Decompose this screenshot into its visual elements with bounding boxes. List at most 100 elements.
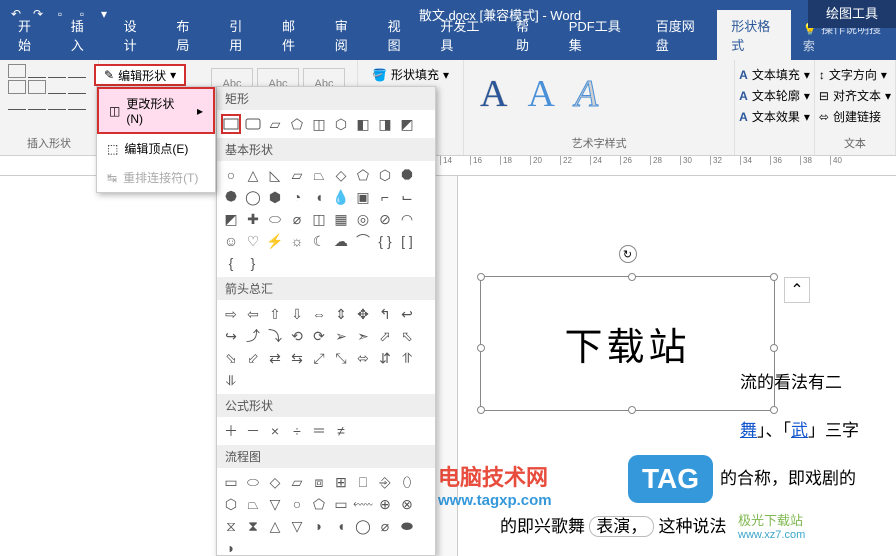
shape-or[interactable]: ⊗ <box>397 494 417 514</box>
shape-frame[interactable]: ▣ <box>353 187 373 207</box>
shape-arrow[interactable]: ⇆ <box>287 348 307 368</box>
create-link-button[interactable]: ⬄ 创建链接 <box>819 106 891 127</box>
shape-moon[interactable]: ☾ <box>309 231 329 251</box>
wordart-style[interactable]: A <box>527 72 554 116</box>
shape-arrow[interactable]: ↪ <box>221 326 241 346</box>
shape-brace[interactable]: { <box>221 253 241 273</box>
shape-diamond[interactable]: ◇ <box>331 165 351 185</box>
text-fill-button[interactable]: A文本填充 ▾ <box>739 64 810 85</box>
text-outline-button[interactable]: A文本轮廓 ▾ <box>739 85 810 106</box>
shape-arrow-bent[interactable]: ↰ <box>375 304 395 324</box>
shape-preview[interactable] <box>28 96 46 110</box>
selected-text-box[interactable]: ↻ ⌃ 下载站 <box>480 276 775 411</box>
shape-decagon[interactable]: ◯ <box>243 187 263 207</box>
shape-preparation[interactable]: ⬡ <box>221 494 241 514</box>
shape-oval[interactable]: ○ <box>221 165 241 185</box>
shape-sort[interactable]: ⧗ <box>243 516 263 536</box>
doc-link[interactable]: 武 <box>791 421 808 440</box>
shape-can[interactable]: ⌀ <box>287 209 307 229</box>
layout-options-icon[interactable]: ⌃ <box>784 277 810 303</box>
shape-triangle[interactable]: △ <box>243 165 263 185</box>
shape-stored-data[interactable]: ◗ <box>309 516 329 536</box>
wordart-gallery[interactable]: A A A <box>472 64 726 124</box>
shape-seq-access[interactable]: ◯ <box>353 516 373 536</box>
tab-shape-format[interactable]: 形状格式 <box>717 10 791 60</box>
drawing-tools-tab[interactable]: 绘图工具 <box>808 0 896 28</box>
shape-preview[interactable] <box>48 64 66 78</box>
shape-connector[interactable]: ○ <box>287 494 307 514</box>
shape-brace[interactable]: } <box>243 253 263 273</box>
shape-rounded-rect[interactable] <box>243 114 263 134</box>
shape-summing[interactable]: ⊕ <box>375 494 395 514</box>
shape-bracket[interactable]: { } <box>375 231 395 251</box>
shape-pentagon[interactable]: ⬠ <box>353 165 373 185</box>
shape-preview[interactable] <box>68 80 86 94</box>
shape-arrow[interactable]: ⟳ <box>309 326 329 346</box>
tab-baidu-disk[interactable]: 百度网盘 <box>642 10 716 60</box>
tab-pdf-tools[interactable]: PDF工具集 <box>555 10 640 60</box>
resize-handle-tm[interactable] <box>628 273 636 281</box>
shape-arrow-right[interactable]: ⇨ <box>221 304 241 324</box>
shape-direct-access[interactable]: ⬬ <box>397 516 417 536</box>
shape-heptagon[interactable]: ⯃ <box>397 165 417 185</box>
shape-plus[interactable]: ＋ <box>221 421 241 441</box>
shape-predefined[interactable]: ⧈ <box>309 472 329 492</box>
tab-developer[interactable]: 开发工具 <box>426 10 500 60</box>
shape-trapezoid[interactable]: ⏢ <box>309 165 329 185</box>
tab-view[interactable]: 视图 <box>374 10 425 60</box>
shape-octagon[interactable]: ⯄ <box>221 187 241 207</box>
shape-manual-op[interactable]: ▽ <box>265 494 285 514</box>
wordart-style[interactable]: A <box>480 72 507 116</box>
shape-preview[interactable] <box>68 96 86 110</box>
shape-arrow-down[interactable]: ⇩ <box>287 304 307 324</box>
shape-preview[interactable] <box>8 80 26 94</box>
edit-points-menu-item[interactable]: ⬚ 编辑顶点(E) <box>97 134 215 163</box>
shape-arrow[interactable]: ⬃ <box>243 348 263 368</box>
shape-arrow[interactable]: ⤴ <box>243 326 263 346</box>
shape-cloud[interactable]: ☁ <box>331 231 351 251</box>
shape-arrow[interactable]: ⬀ <box>375 326 395 346</box>
tab-references[interactable]: 引用 <box>215 10 266 60</box>
shape-arrow[interactable]: ⬄ <box>353 348 373 368</box>
shape-card[interactable]: ▭ <box>331 494 351 514</box>
doc-link[interactable]: 舞 <box>740 421 757 440</box>
wordart-style[interactable]: A <box>575 72 598 116</box>
shape-item[interactable]: ◩ <box>397 114 417 134</box>
shape-diagonal[interactable]: ◩ <box>221 209 241 229</box>
shape-alt-process[interactable]: ⬭ <box>243 472 263 492</box>
shape-right-triangle[interactable]: ◺ <box>265 165 285 185</box>
shape-arrow-quad[interactable]: ✥ <box>353 304 373 324</box>
shape-display[interactable]: ◗ <box>221 538 241 556</box>
shape-item[interactable]: ◧ <box>353 114 373 134</box>
shape-arrow-updown[interactable]: ⇕ <box>331 304 351 324</box>
tab-start[interactable]: 开始 <box>4 10 55 60</box>
shape-arrow[interactable]: ⇄ <box>265 348 285 368</box>
shape-multiply[interactable]: × <box>265 421 285 441</box>
edit-shape-button[interactable]: ✎ 编辑形状 ▾ <box>94 64 186 86</box>
shape-multidoc[interactable]: ⎆ <box>375 472 395 492</box>
shape-internal-storage[interactable]: ⊞ <box>331 472 351 492</box>
shape-preview[interactable] <box>28 64 46 78</box>
shape-half-frame[interactable]: ⌐ <box>375 187 395 207</box>
text-direction-button[interactable]: ↕ 文字方向 ▾ <box>819 64 891 85</box>
shape-lightning[interactable]: ⚡ <box>265 231 285 251</box>
shape-cross[interactable]: ✚ <box>243 209 263 229</box>
shape-terminator[interactable]: ⬯ <box>397 472 417 492</box>
shape-arrow[interactable]: ⥥ <box>221 370 241 390</box>
tab-layout[interactable]: 布局 <box>162 10 213 60</box>
shape-arrow[interactable]: ⤵ <box>265 326 285 346</box>
shape-arc[interactable]: ⌒ <box>353 231 373 251</box>
resize-handle-bm[interactable] <box>628 406 636 414</box>
shape-decision[interactable]: ◇ <box>265 472 285 492</box>
shape-minus[interactable]: － <box>243 421 263 441</box>
shapes-gallery[interactable] <box>8 64 90 110</box>
shape-dodecagon[interactable]: ⬢ <box>265 187 285 207</box>
shape-item[interactable]: ◨ <box>375 114 395 134</box>
resize-handle-mr[interactable] <box>770 344 778 352</box>
shape-arrow-up[interactable]: ⇧ <box>265 304 285 324</box>
shape-item[interactable]: ⬠ <box>287 114 307 134</box>
shape-arrow[interactable]: ⥣ <box>397 348 417 368</box>
shape-arrow[interactable]: ⇵ <box>375 348 395 368</box>
resize-handle-bl[interactable] <box>477 406 485 414</box>
shape-arrow[interactable]: ⟲ <box>287 326 307 346</box>
